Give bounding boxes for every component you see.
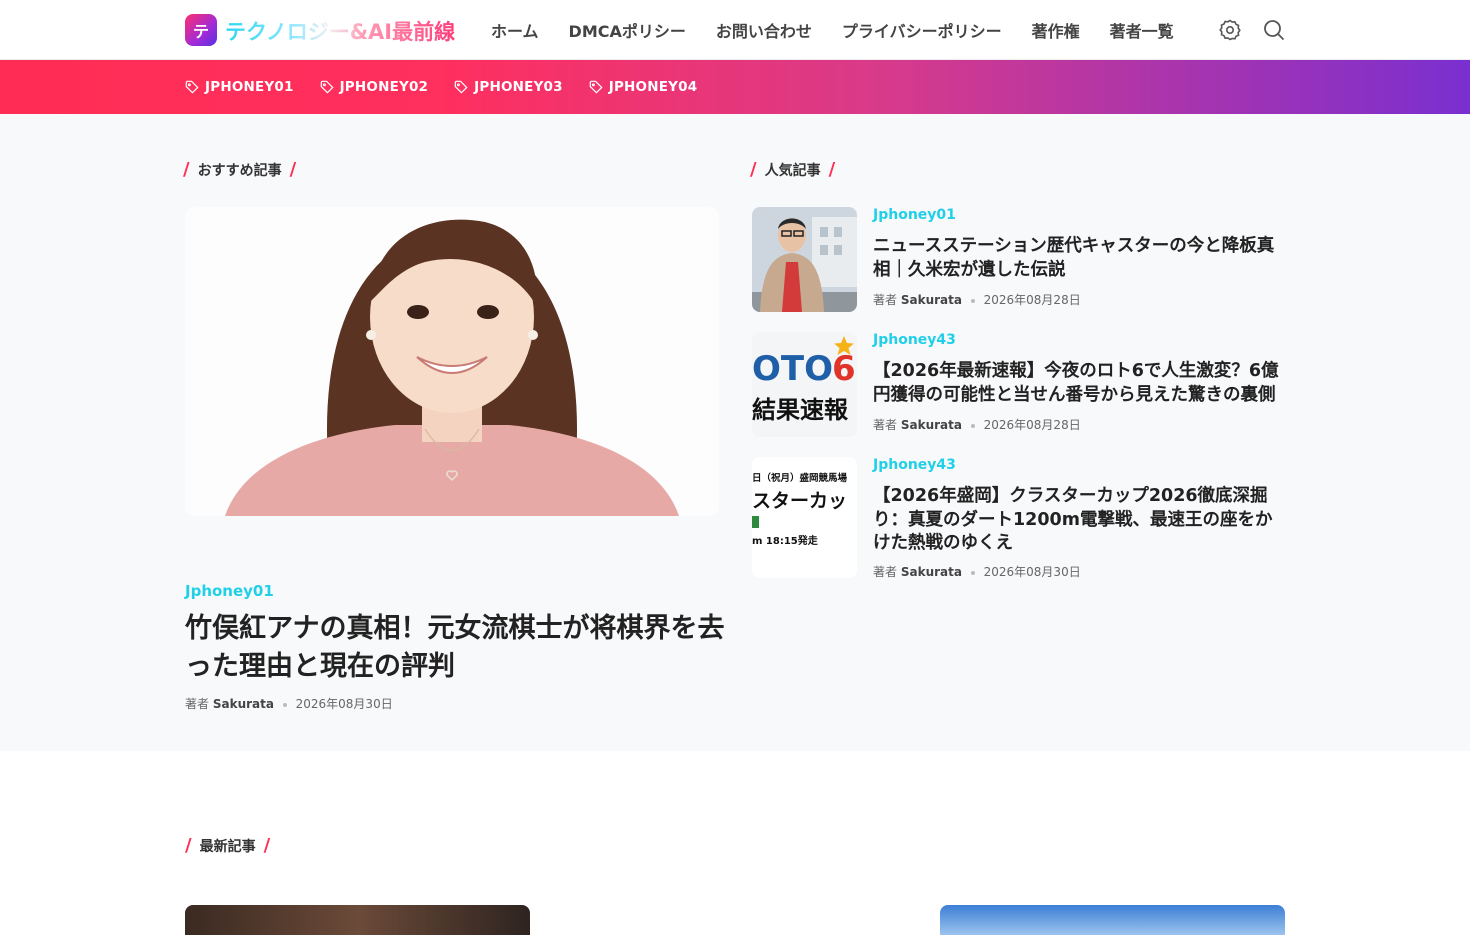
post-date: 2026年08月30日 [983, 565, 1081, 579]
popular-article-category[interactable]: Jphoney43 [873, 332, 956, 348]
tag-link-jphoney03[interactable]: JPHONEY03 [454, 79, 563, 95]
menu-item-copyright[interactable]: 著作権 [1032, 18, 1080, 42]
menu-item-dmca[interactable]: DMCAポリシー [569, 18, 686, 42]
popular-article-meta: 著者 Sakurata 2026年08月28日 [873, 416, 1081, 433]
post-date: 2026年08月28日 [983, 293, 1081, 307]
logo-char: テ [192, 22, 209, 41]
tag-icon [185, 80, 199, 94]
menu-item-privacy[interactable]: プライバシーポリシー [842, 18, 1002, 42]
site-logo[interactable]: テ [185, 14, 217, 46]
gear-icon[interactable] [1218, 18, 1242, 42]
thumbnail-graphic: OTO 6 結果速報 [752, 332, 857, 434]
featured-section: / おすすめ記事 / Jphoney01 竹俣紅アナの真相！元女流棋士が将棋界を… [0, 114, 1470, 751]
author-prefix: 著者 [185, 697, 210, 711]
thumbnail-text-2: 6 [832, 349, 856, 389]
popular-article-category[interactable]: Jphoney01 [873, 207, 956, 223]
search-icon[interactable] [1262, 18, 1286, 42]
thumbnail-text-3: m 18:15発走 [752, 534, 819, 547]
tag-icon [320, 80, 334, 94]
popular-article[interactable]: OTO 6 結果速報 Jphoney43 【2026年最新速報】今夜のロト6で人… [752, 332, 1292, 442]
popular-article-thumbnail[interactable] [752, 207, 857, 312]
popular-article-thumbnail[interactable]: 日（祝月）盛岡競馬場 スターカッ m 18:15発走 [752, 457, 857, 578]
thumbnail-text-2: スターカッ [752, 490, 847, 512]
thumbnail-text-1: OTO [752, 349, 833, 389]
featured-article-title[interactable]: 竹俣紅アナの真相！元女流棋士が将棋界を去った理由と現在の評判 [185, 610, 725, 686]
author-prefix: 著者 [873, 418, 898, 432]
tag-label: JPHONEY04 [608, 79, 698, 95]
tag-link-jphoney01[interactable]: JPHONEY01 [185, 79, 294, 95]
author-prefix: 著者 [873, 565, 898, 579]
author-prefix: 著者 [873, 293, 898, 307]
latest-article-image[interactable] [940, 905, 1285, 935]
author-name[interactable]: Sakurata [901, 293, 962, 307]
author-name[interactable]: Sakurata [901, 565, 962, 579]
popular-article[interactable]: 日（祝月）盛岡競馬場 スターカッ m 18:15発走 Jphoney43 【20… [752, 457, 1292, 582]
top-navigation: テ テクノロジー&AI最前線 ホーム DMCAポリシー お問い合わせ プライバシ… [0, 0, 1470, 60]
featured-photo [185, 207, 719, 516]
menu-item-contact[interactable]: お問い合わせ [716, 18, 812, 42]
popular-article-title[interactable]: 【2026年盛岡】クラスターカップ2026徹底深掘り：真夏のダート1200m電撃… [873, 485, 1283, 556]
tag-icon [589, 80, 603, 94]
post-date: 2026年08月28日 [983, 418, 1081, 432]
tag-bar: JPHONEY01 JPHONEY02 JPHONEY03 JPHONEY04 [0, 60, 1470, 114]
popular-article-thumbnail[interactable]: OTO 6 結果速報 [752, 332, 857, 437]
popular-heading: / 人気記事 / [750, 159, 836, 180]
featured-article-category[interactable]: Jphoney01 [185, 582, 274, 600]
tag-link-jphoney04[interactable]: JPHONEY04 [589, 79, 698, 95]
popular-article-category[interactable]: Jphoney43 [873, 457, 956, 473]
thumbnail-graphic: 日（祝月）盛岡競馬場 スターカッ m 18:15発走 [752, 457, 857, 578]
post-date: 2026年08月30日 [295, 697, 393, 711]
site-title[interactable]: テクノロジー&AI最前線 [225, 16, 455, 46]
author-name[interactable]: Sakurata [901, 418, 962, 432]
menu-item-home[interactable]: ホーム [491, 18, 539, 42]
author-name[interactable]: Sakurata [213, 697, 274, 711]
featured-article-meta: 著者 Sakurata 2026年08月30日 [185, 695, 393, 712]
latest-heading: / 最新記事 / [185, 835, 271, 856]
popular-article-title[interactable]: ニュースステーション歴代キャスターの今と降板真相｜久米宏が遺した伝説 [873, 235, 1283, 282]
tag-label: JPHONEY03 [474, 79, 563, 95]
tag-icon [454, 80, 468, 94]
popular-article-meta: 著者 Sakurata 2026年08月28日 [873, 291, 1081, 308]
tag-label: JPHONEY01 [205, 79, 294, 95]
featured-article-image[interactable] [185, 207, 719, 516]
thumbnail-photo [752, 207, 857, 312]
popular-article[interactable]: Jphoney01 ニュースステーション歴代キャスターの今と降板真相｜久米宏が遺… [752, 207, 1292, 317]
recommended-heading: / おすすめ記事 / [183, 159, 297, 180]
thumbnail-text-3: 結果速報 [752, 396, 849, 424]
latest-article-image[interactable] [185, 905, 530, 935]
main-menu: ホーム DMCAポリシー お問い合わせ プライバシーポリシー 著作権 著者一覧 [491, 0, 1204, 60]
thumbnail-text-1: 日（祝月）盛岡競馬場 [752, 472, 848, 484]
menu-item-authors[interactable]: 著者一覧 [1110, 18, 1174, 42]
popular-article-meta: 著者 Sakurata 2026年08月30日 [873, 563, 1081, 580]
popular-article-title[interactable]: 【2026年最新速報】今夜のロト6で人生激変？6億円獲得の可能性と当せん番号から… [873, 360, 1283, 407]
tag-label: JPHONEY02 [339, 79, 429, 95]
tag-link-jphoney02[interactable]: JPHONEY02 [320, 79, 429, 95]
